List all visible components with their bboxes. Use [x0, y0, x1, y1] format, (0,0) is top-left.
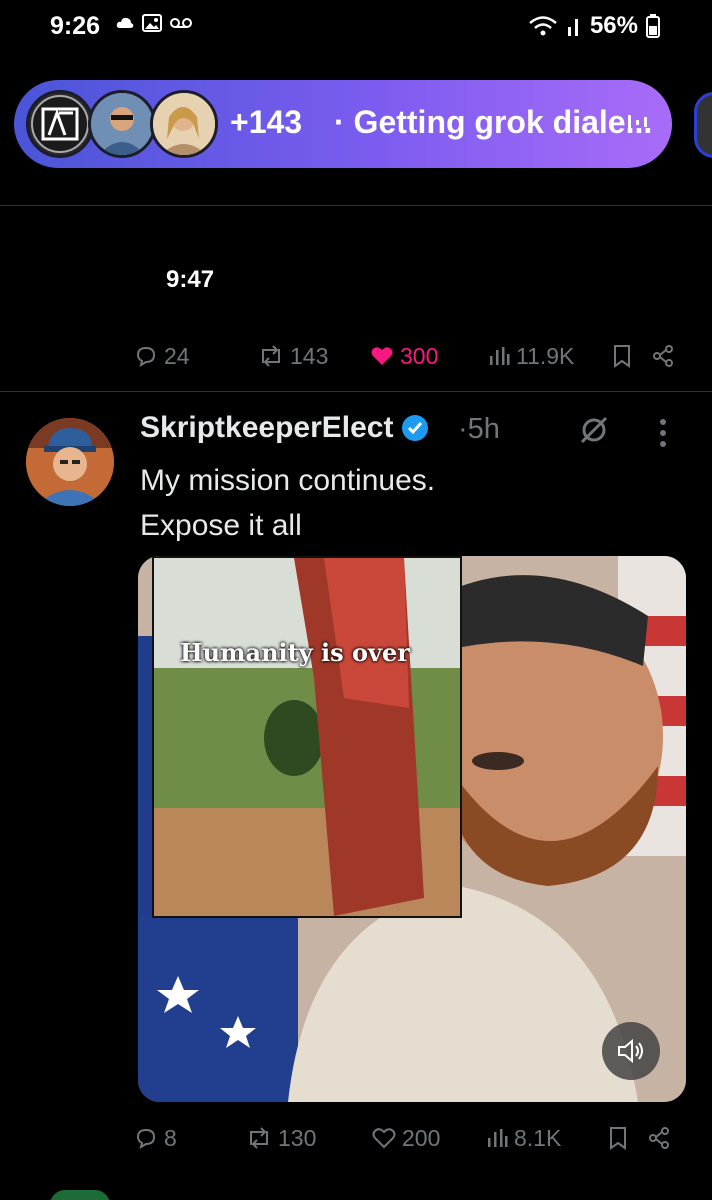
- views-button[interactable]: 8.1K: [486, 1125, 608, 1152]
- status-bar: 9:26 56%: [0, 0, 712, 56]
- post-text-line: Expose it all: [140, 509, 302, 542]
- like-button[interactable]: 300: [370, 343, 488, 370]
- avatar: [150, 90, 218, 158]
- post-age-text: 5h: [467, 413, 500, 445]
- bookmark-button[interactable]: [608, 1126, 648, 1150]
- avatar: [26, 90, 94, 158]
- next-post-avatar[interactable]: [50, 1190, 110, 1200]
- audio-wave-icon: [628, 115, 647, 129]
- share-icon: [653, 345, 673, 367]
- mute-toggle-button[interactable]: [602, 1022, 660, 1080]
- grok-icon[interactable]: [578, 414, 610, 446]
- post-action-bar: 8 130 200 8.1K: [134, 1118, 694, 1158]
- repost-button[interactable]: 143: [258, 343, 370, 370]
- views-count: 8.1K: [514, 1124, 562, 1151]
- tweet-timestamp: 9:47: [166, 266, 215, 293]
- divider: [0, 205, 712, 206]
- verified-badge-icon: [402, 415, 429, 441]
- post-text-line: My mission continues.: [140, 464, 436, 497]
- cloud-icon: [116, 17, 134, 28]
- heart-icon: [372, 1128, 396, 1149]
- repost-count: 143: [290, 342, 329, 369]
- status-notification-icons: [116, 14, 192, 32]
- repost-count: 130: [278, 1124, 317, 1151]
- bookmark-icon: [610, 1127, 626, 1150]
- signal-icon: [567, 19, 578, 36]
- post-video[interactable]: Humanity is over: [138, 556, 686, 1102]
- reply-count: 8: [164, 1124, 177, 1151]
- reply-icon: [136, 346, 156, 368]
- reply-icon: [136, 1128, 156, 1150]
- speaker-avatars: [26, 90, 236, 158]
- divider: [0, 391, 712, 392]
- share-button[interactable]: [648, 1127, 670, 1149]
- repost-icon: [250, 1127, 268, 1149]
- avatar: [88, 90, 156, 158]
- share-button[interactable]: [652, 345, 674, 367]
- reply-button[interactable]: 8: [134, 1125, 246, 1152]
- battery-percent: 56%: [589, 12, 638, 39]
- battery-icon: [646, 14, 660, 38]
- views-icon: [490, 347, 510, 365]
- repost-button[interactable]: 130: [246, 1125, 372, 1152]
- views-button[interactable]: 11.9K: [488, 343, 612, 370]
- author-name[interactable]: SkriptkeeperElect: [140, 411, 429, 445]
- separator-dot: ·: [458, 413, 468, 445]
- post-age: ·5h: [458, 413, 500, 446]
- views-count: 11.9K: [516, 342, 575, 369]
- author-name-text: SkriptkeeperElect: [140, 411, 394, 444]
- spaces-live-bar[interactable]: +143 · Getting grok diale...: [14, 80, 672, 168]
- like-count: 300: [400, 342, 439, 369]
- share-icon: [649, 1127, 669, 1149]
- bookmark-button[interactable]: [612, 344, 652, 368]
- like-button[interactable]: 200: [372, 1125, 486, 1152]
- repost-icon: [262, 345, 280, 367]
- space-title-text: Getting grok diale...: [353, 104, 653, 140]
- bookmark-icon: [614, 345, 630, 368]
- image-icon: [142, 14, 162, 32]
- status-system-icons: 56%: [528, 12, 660, 40]
- listener-count: +143: [230, 104, 303, 140]
- status-time: 9:26: [50, 12, 101, 40]
- post-text: My mission continues. Expose it all: [140, 458, 435, 548]
- logo-icon: [31, 95, 89, 153]
- tweet-action-bar: 24 143 300 11.9K: [134, 336, 694, 376]
- space-title: · Getting grok diale...: [334, 104, 652, 141]
- like-count: 200: [402, 1124, 441, 1151]
- heart-filled-icon: [371, 347, 393, 365]
- views-icon: [488, 1129, 508, 1147]
- reply-button[interactable]: 24: [134, 343, 258, 370]
- separator-dot: ·: [334, 104, 345, 140]
- author-avatar[interactable]: [26, 418, 114, 506]
- speaker-muted-icon: [618, 1038, 643, 1064]
- video-inset: Humanity is over: [152, 556, 462, 918]
- next-space-bubble[interactable]: [694, 92, 712, 158]
- reply-count: 24: [164, 342, 190, 369]
- video-caption: Humanity is over: [180, 638, 410, 667]
- more-options-icon[interactable]: [658, 418, 668, 448]
- wifi-icon: [529, 16, 557, 36]
- voicemail-icon: [170, 18, 192, 28]
